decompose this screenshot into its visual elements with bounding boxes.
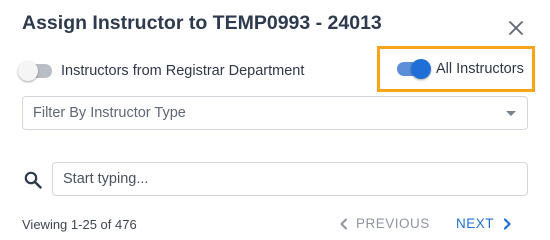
dialog-title: Assign Instructor to TEMP0993 - 24013 <box>22 12 382 34</box>
switch-knob <box>411 59 431 79</box>
chevron-right-icon <box>503 217 511 230</box>
viewing-count: Viewing 1-25 of 476 <box>22 217 137 232</box>
search-icon <box>24 171 42 189</box>
all-instructors-toggle-row: All Instructors <box>377 46 535 92</box>
close-icon <box>509 21 523 35</box>
next-label: NEXT <box>456 216 495 231</box>
close-button[interactable] <box>503 15 529 41</box>
registrar-instructors-toggle-row: Instructors from Registrar Department <box>18 57 304 85</box>
registrar-instructors-label[interactable]: Instructors from Registrar Department <box>61 63 304 79</box>
next-button[interactable]: NEXT <box>456 216 512 231</box>
all-instructors-switch[interactable] <box>397 59 431 79</box>
switch-knob <box>18 61 38 81</box>
registrar-instructors-switch[interactable] <box>18 61 52 81</box>
assign-instructor-dialog: Assign Instructor to TEMP0993 - 24013 In… <box>0 0 550 240</box>
search-input[interactable] <box>52 162 528 196</box>
previous-label: PREVIOUS <box>356 216 430 231</box>
previous-button[interactable]: PREVIOUS <box>339 216 430 231</box>
chevron-left-icon <box>340 218 347 229</box>
all-instructors-label[interactable]: All Instructors <box>436 61 524 77</box>
chevron-down-icon <box>506 111 516 116</box>
instructor-type-select-value: Filter By Instructor Type <box>33 105 186 121</box>
instructor-type-select[interactable]: Filter By Instructor Type <box>22 96 528 130</box>
